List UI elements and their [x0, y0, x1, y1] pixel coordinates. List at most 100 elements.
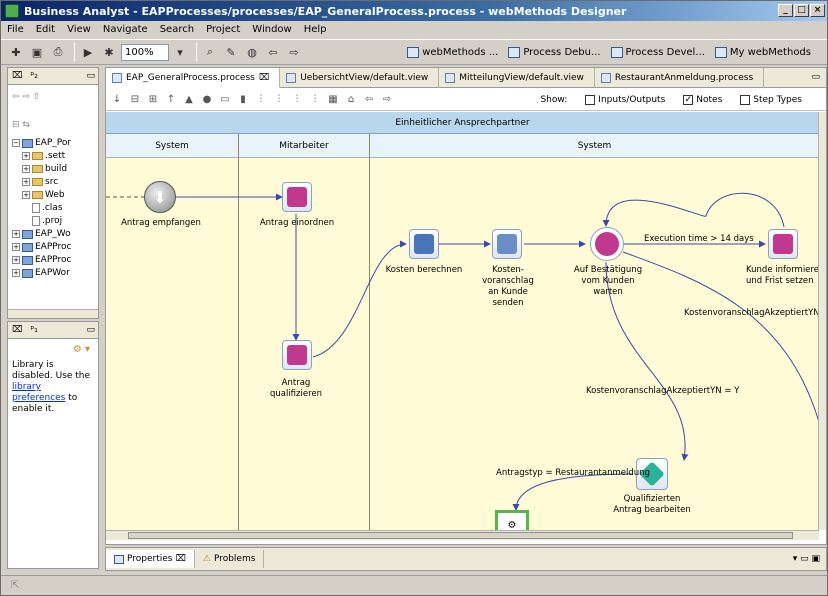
view-menu-icon[interactable]: ▾ ▭ ▣ — [793, 554, 820, 564]
step-antrag-einordnen[interactable] — [282, 182, 312, 212]
tab-properties[interactable]: Properties ⌧ — [106, 550, 195, 568]
tree-item[interactable]: .clas — [32, 203, 63, 213]
navigator-tab-icon[interactable]: ⌧ — [12, 71, 22, 81]
print-icon[interactable]: ⎙ — [49, 43, 67, 61]
triangle-icon[interactable]: ▲ — [182, 93, 196, 107]
canvas-vscrollbar[interactable] — [818, 112, 826, 530]
search-icon[interactable]: ⌕ — [201, 43, 219, 61]
tree-item[interactable]: + Web — [22, 190, 65, 200]
align-icon[interactable]: ⫶ — [272, 93, 286, 107]
condition-type[interactable]: Antragstyp = Restaurantanmeldung — [496, 468, 650, 479]
new-icon[interactable]: ✚ — [7, 43, 25, 61]
rectangle-icon[interactable]: ▭ — [218, 93, 232, 107]
menu-navigate[interactable]: Navigate — [103, 24, 148, 35]
condition-accepted-y[interactable]: KostenvoranschlagAkzeptiertYN = Y — [586, 386, 739, 397]
arrow-up-icon[interactable]: ↑ — [164, 93, 178, 107]
checkbox-unchecked[interactable] — [740, 94, 751, 105]
align-icon[interactable]: ⫶ — [308, 93, 322, 107]
close-tab-icon[interactable]: ⌧ — [175, 554, 185, 564]
note-icon[interactable]: ▮ — [236, 93, 250, 107]
maximize-button[interactable]: □ — [794, 4, 809, 17]
show-inputs-outputs-checkbox[interactable]: Inputs/Outputs — [585, 94, 665, 105]
tree-item[interactable]: + .sett — [22, 151, 65, 161]
selected-step[interactable]: ⚙ — [495, 510, 529, 530]
step-auf-bestaetigung-warten[interactable] — [590, 227, 624, 261]
show-step-types-checkbox[interactable]: Step Types — [740, 94, 802, 105]
globe-icon[interactable]: ◍ — [243, 43, 261, 61]
collapse-all-icon[interactable]: ⊟ ⇆ — [12, 120, 30, 130]
close-tab-icon[interactable]: ⌧ — [259, 73, 269, 83]
step-antrag-qualifizieren[interactable] — [282, 340, 312, 370]
process-canvas[interactable]: Einheitlicher Ansprechpartner System Mit… — [106, 112, 819, 530]
window-title: Business Analyst - EAPProcesses/processe… — [24, 4, 627, 18]
navigator-hscrollbar[interactable] — [8, 309, 98, 318]
dot-icon[interactable]: ● — [200, 93, 214, 107]
step-kunde-informieren[interactable] — [768, 229, 798, 259]
minimize-view-icon[interactable]: ▭ — [86, 71, 95, 81]
menu-window[interactable]: Window — [252, 24, 291, 35]
home-icon[interactable]: ⌂ — [344, 93, 358, 107]
condition-timeout[interactable]: Execution time > 14 days — [644, 234, 754, 245]
tree-item[interactable]: + EAPWor — [12, 268, 70, 278]
outline-tab-icon[interactable]: ᵖ₂ — [30, 71, 37, 81]
nav-history-icons[interactable]: ⇦ ⇨ ⇧ — [12, 92, 40, 102]
tree-item[interactable]: + src — [22, 177, 58, 187]
maximize-editor-icon[interactable]: ▭ — [811, 72, 820, 87]
step-kostenvoranschlag-senden[interactable] — [492, 229, 522, 259]
perspective-process-development[interactable]: Process Devel... — [610, 46, 705, 58]
perspective-process-debug[interactable]: Process Debu... — [508, 46, 601, 58]
condition-accepted-n[interactable]: KostenvoranschlagAkzeptiertYN = — [684, 308, 819, 319]
run-icon[interactable]: ▶ — [79, 43, 97, 61]
debug-icon[interactable]: ✱ — [100, 43, 118, 61]
hscroll-thumb[interactable] — [128, 532, 793, 539]
library-preferences-link[interactable]: library preferences — [12, 382, 65, 403]
zoom-select[interactable]: 100% — [121, 43, 169, 61]
align-icon[interactable]: ⫶ — [254, 93, 268, 107]
arrow-down-icon[interactable]: ↓ — [110, 93, 124, 107]
process-editor: EAP_GeneralProcess.process ⌧ UebersichtVi… — [105, 67, 827, 545]
tree-item[interactable]: + EAPProc — [12, 242, 72, 252]
step-kosten-berechnen[interactable] — [409, 229, 439, 259]
show-notes-checkbox[interactable]: ✓ Notes — [683, 94, 722, 105]
minimize-button[interactable]: _ — [778, 4, 793, 17]
fast-view-icon[interactable]: ⇱ — [11, 580, 19, 591]
tab-problems[interactable]: ⚠ Problems — [195, 550, 265, 568]
menu-view[interactable]: View — [67, 24, 91, 35]
tab-uebersicht-view[interactable]: UebersichtView/default.view — [280, 68, 440, 88]
checkbox-checked[interactable]: ✓ — [683, 94, 694, 105]
chevron-down-icon[interactable]: ▾ — [171, 43, 189, 61]
close-button[interactable]: × — [810, 4, 825, 17]
library-menu-icon[interactable]: ⚙ ▾ — [73, 344, 90, 355]
palette-tab-icon[interactable]: ᵖ₁ — [30, 325, 37, 335]
grid-icon[interactable]: ▦ — [326, 93, 340, 107]
perspective-webmethods[interactable]: webMethods ... — [407, 46, 498, 58]
menu-project[interactable]: Project — [206, 24, 240, 35]
back-arrow-icon[interactable]: ⇦ — [264, 43, 282, 61]
tree-item[interactable]: .proj — [32, 216, 62, 226]
edit-icon[interactable]: ✎ — [222, 43, 240, 61]
collapse-icon[interactable]: ⊟ — [128, 93, 142, 107]
menu-help[interactable]: Help — [304, 24, 327, 35]
tab-restaurant-process[interactable]: RestaurantAnmeldung.process — [595, 68, 765, 88]
save-icon[interactable]: ▣ — [28, 43, 46, 61]
align-icon[interactable]: ⫶ — [290, 93, 304, 107]
library-tab-icon[interactable]: ⌧ — [12, 325, 22, 335]
minimize-view-icon[interactable]: ▭ — [86, 325, 95, 335]
perspective-my-webmethods[interactable]: My webMethods — [714, 46, 811, 58]
menu-edit[interactable]: Edit — [36, 24, 55, 35]
back-arrow-icon[interactable]: ⇦ — [362, 93, 376, 107]
canvas-hscrollbar[interactable] — [106, 530, 819, 540]
tab-general-process[interactable]: EAP_GeneralProcess.process ⌧ — [106, 68, 281, 88]
start-event[interactable]: ⬇ — [144, 181, 176, 213]
expand-icon[interactable]: ⊞ — [146, 93, 160, 107]
tree-item[interactable]: − EAP_Por — [12, 138, 71, 148]
forward-arrow-icon[interactable]: ⇨ — [380, 93, 394, 107]
menu-file[interactable]: File — [7, 24, 24, 35]
forward-arrow-icon[interactable]: ⇨ — [285, 43, 303, 61]
menu-search[interactable]: Search — [160, 24, 194, 35]
checkbox-unchecked[interactable] — [585, 94, 596, 105]
tree-item[interactable]: + build — [22, 164, 67, 174]
tree-item[interactable]: + EAPProc — [12, 255, 72, 265]
tab-mitteilung-view[interactable]: MitteilungView/default.view — [439, 68, 595, 88]
tree-item[interactable]: + EAP_Wo — [12, 229, 71, 239]
